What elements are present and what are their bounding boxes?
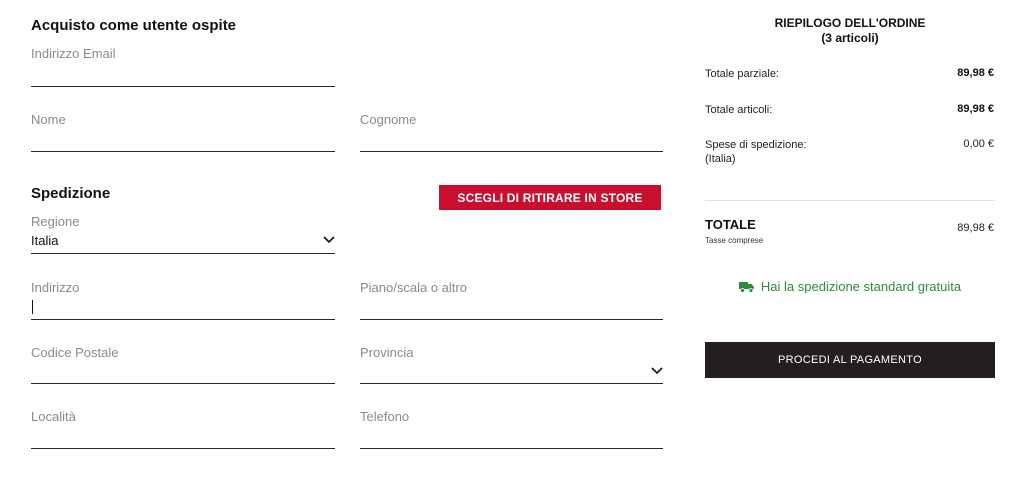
guest-checkout-title: Acquisto come utente ospite: [31, 17, 237, 34]
shipping-cost-label-line1: Spese di spedizione:: [705, 139, 807, 151]
last-name-field[interactable]: Cognome: [360, 111, 663, 152]
address-field[interactable]: Indirizzo: [31, 279, 335, 320]
postal-code-field[interactable]: Codice Postale: [31, 344, 335, 384]
shipping-cost-label: Spese di spedizione: (Italia): [705, 138, 807, 166]
address2-label: Piano/scala o altro: [360, 280, 467, 295]
address-label: Indirizzo: [31, 280, 80, 295]
subtotal-value: 89,98 €: [957, 67, 994, 79]
total-label: TOTALE: [705, 217, 756, 232]
text-cursor: [32, 300, 33, 314]
order-item-count: (3 articoli): [821, 31, 879, 45]
shipping-cost-value: 0,00 €: [963, 138, 994, 150]
postal-code-label: Codice Postale: [31, 345, 119, 360]
first-name-field[interactable]: Nome: [31, 111, 335, 152]
free-shipping-text: Hai la spedizione standard gratuita: [760, 279, 962, 294]
items-total-label: Totale articoli:: [705, 104, 773, 116]
store-pickup-button[interactable]: SCEGLI DI RITIRARE IN STORE: [439, 185, 661, 210]
region-select[interactable]: Regione Italia: [31, 214, 335, 254]
province-label: Provincia: [360, 345, 414, 360]
shipping-title: Spedizione: [31, 185, 111, 202]
city-label: Località: [31, 409, 76, 424]
total-value: 89,98 €: [957, 222, 994, 234]
province-select[interactable]: Provincia: [360, 344, 663, 384]
items-total-value: 89,98 €: [957, 103, 994, 115]
free-shipping-note: Hai la spedizione standard gratuita: [705, 279, 995, 294]
region-value: Italia: [31, 233, 59, 248]
summary-divider: [705, 200, 995, 201]
order-summary-title: RIEPILOGO DELL'ORDINE (3 articoli): [705, 16, 995, 46]
proceed-to-payment-button[interactable]: PROCEDI AL PAGAMENTO: [705, 342, 995, 378]
region-label: Regione: [31, 214, 80, 229]
subtotal-label: Totale parziale:: [705, 68, 779, 80]
shipping-cost-label-line2: (Italia): [705, 153, 736, 165]
email-field[interactable]: Indirizzo Email: [31, 46, 335, 87]
order-summary-heading: RIEPILOGO DELL'ORDINE: [774, 16, 926, 30]
truck-icon: [738, 281, 754, 293]
last-name-label: Cognome: [360, 112, 417, 127]
tax-note: Tasse comprese: [705, 236, 764, 245]
chevron-down-icon[interactable]: [323, 236, 335, 244]
email-label: Indirizzo Email: [31, 46, 116, 61]
address2-field[interactable]: Piano/scala o altro: [360, 279, 663, 320]
first-name-label: Nome: [31, 112, 66, 127]
phone-field[interactable]: Telefono: [360, 408, 663, 449]
chevron-down-icon[interactable]: [651, 367, 663, 375]
phone-label: Telefono: [360, 409, 410, 424]
city-field[interactable]: Località: [31, 408, 335, 449]
